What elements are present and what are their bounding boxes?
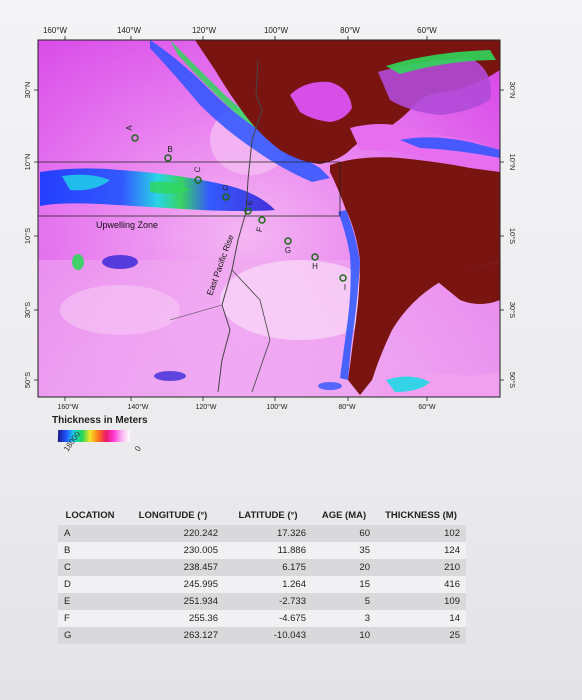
site-label-a: A [125, 125, 134, 131]
site-label-h: H [312, 262, 318, 271]
cell-longitude: 238.457 [183, 562, 218, 573]
lat-label-right: 50°S [508, 372, 517, 388]
site-label-g: G [285, 246, 291, 255]
cell-latitude: -10.043 [273, 630, 306, 641]
cell-thickness: 124 [444, 545, 460, 556]
lon-label-bottom: 80°W [338, 403, 356, 411]
lat-label-left: 30°N [23, 82, 32, 99]
table-row: B 230.005 11.886 35 124 [58, 542, 466, 559]
cell-location: B [64, 545, 71, 556]
cell-longitude: 245.995 [183, 579, 218, 590]
lat-label-right: 10°S [508, 228, 517, 244]
cell-latitude: 1.264 [282, 579, 306, 590]
cell-location: E [64, 596, 71, 607]
site-data-table: LOCATION LONGITUDE (°) LATITUDE (°) AGE … [58, 505, 466, 644]
cell-longitude: 255.36 [188, 613, 218, 624]
cell-thickness: 14 [449, 613, 460, 624]
cell-latitude: 17.326 [276, 528, 306, 539]
cell-location: D [64, 579, 71, 590]
cell-location: F [64, 613, 70, 624]
cell-age: 10 [359, 630, 370, 641]
table-row: E 251.934 -2.733 5 109 [58, 593, 466, 610]
lon-label-bottom: 100°W [266, 403, 287, 411]
cell-thickness: 109 [444, 596, 460, 607]
site-label-i: I [344, 283, 346, 292]
cell-thickness: 210 [444, 562, 460, 573]
header-longitude: LONGITUDE (°) [138, 509, 208, 521]
cell-age: 3 [364, 613, 370, 624]
cell-age: 20 [359, 562, 370, 573]
lat-label-right: 30°S [508, 302, 517, 318]
cell-latitude: 6.175 [282, 562, 306, 573]
lon-label-top: 140°W [117, 26, 142, 35]
lon-label-bottom: 160°W [57, 403, 78, 411]
cell-longitude: 251.934 [183, 596, 218, 607]
cell-longitude: 263.127 [183, 630, 218, 641]
cell-thickness: 25 [449, 630, 460, 641]
lon-label-top: 60°W [417, 26, 437, 35]
lon-label-top: 80°W [340, 26, 360, 35]
table-row: D 245.995 1.264 15 416 [58, 576, 466, 593]
sediment-thickness-map: 160°W 140°W 120°W 100°W 80°W 60°W 160°W … [23, 26, 517, 411]
lon-label-top: 100°W [264, 26, 289, 35]
lon-label-bottom: 60°W [418, 403, 436, 411]
lon-label-top: 120°W [192, 26, 217, 35]
table-row: G 263.127 -10.043 10 25 [58, 627, 466, 644]
cell-longitude: 220.242 [183, 528, 218, 539]
cell-latitude: -4.675 [279, 613, 306, 624]
upwelling-zone-label: Upwelling Zone [96, 220, 158, 230]
table-row: A 220.242 17.326 60 102 [58, 525, 466, 542]
cell-age: 5 [364, 596, 370, 607]
table-row: C 238.457 6.175 20 210 [58, 559, 466, 576]
cell-thickness: 102 [444, 528, 460, 539]
header-age: AGE (MA) [321, 509, 367, 521]
cell-age: 15 [359, 579, 370, 590]
cell-thickness: 416 [444, 579, 460, 590]
lat-label-left: 50°S [23, 372, 32, 388]
header-location: LOCATION [65, 509, 115, 521]
lat-label-right: 10°N [508, 154, 517, 171]
cell-location: A [64, 528, 71, 539]
lat-label-left: 10°N [23, 154, 32, 171]
cell-latitude: 11.886 [277, 545, 306, 556]
cell-longitude: 230.005 [183, 545, 218, 556]
header-latitude: LATITUDE (°) [238, 509, 298, 521]
lon-label-bottom: 140°W [127, 403, 148, 411]
legend-title: Thickness in Meters [52, 415, 148, 426]
lat-label-left: 10°S [23, 228, 32, 244]
lon-label-top: 160°W [43, 26, 68, 35]
table-row: F 255.36 -4.675 3 14 [58, 610, 466, 627]
header-thickness: THICKNESS (M) [385, 509, 457, 521]
cell-latitude: -2.733 [279, 596, 306, 607]
cell-location: C [64, 562, 71, 573]
table-header-row: LOCATION LONGITUDE (°) LATITUDE (°) AGE … [58, 505, 466, 525]
lat-label-right: 30°N [508, 82, 517, 99]
cell-location: G [64, 630, 72, 641]
cell-age: 60 [359, 528, 370, 539]
cell-age: 35 [359, 545, 370, 556]
lon-label-bottom: 120°W [195, 403, 216, 411]
site-label-b: B [167, 145, 172, 154]
lat-label-left: 30°S [23, 302, 32, 318]
